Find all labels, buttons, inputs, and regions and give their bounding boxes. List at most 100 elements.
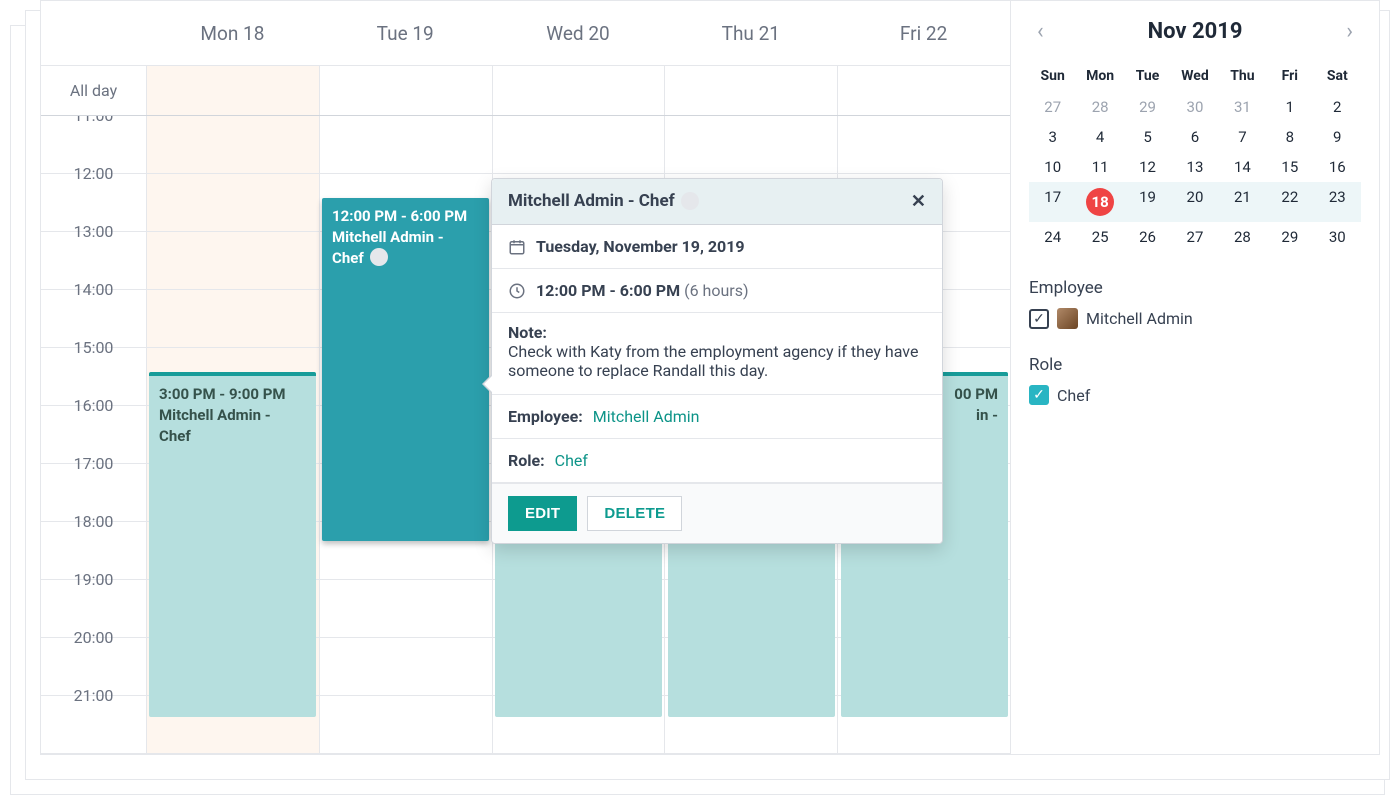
mini-calendar: SunMonTueWedThuFriSat 272829303112345678…: [1029, 60, 1361, 252]
day-header-mon[interactable]: Mon 18: [146, 1, 319, 65]
popover-duration: (6 hours): [684, 281, 748, 300]
hour-cell[interactable]: [146, 232, 319, 289]
mini-day[interactable]: 23: [1314, 182, 1361, 222]
allday-cell[interactable]: [664, 66, 837, 115]
avatar: [1057, 308, 1078, 329]
hour-cell[interactable]: [146, 174, 319, 231]
close-icon[interactable]: ✕: [911, 191, 926, 212]
note-text: Check with Katy from the employment agen…: [508, 342, 926, 380]
role-checkbox[interactable]: ✓: [1029, 385, 1049, 405]
day-header-fri[interactable]: Fri 22: [837, 1, 1010, 65]
calendar-event-selected[interactable]: 12:00 PM - 6:00 PM Mitchell Admin - Chef: [322, 198, 489, 541]
mini-day[interactable]: 22: [1266, 182, 1313, 222]
allday-cell[interactable]: [492, 66, 665, 115]
mini-day[interactable]: 14: [1219, 152, 1266, 182]
mini-day[interactable]: 21: [1219, 182, 1266, 222]
mini-day[interactable]: 25: [1076, 222, 1123, 252]
mini-dow: Sat: [1314, 60, 1361, 92]
hour-cell[interactable]: [837, 116, 1010, 173]
prev-month-icon[interactable]: ‹: [1029, 15, 1052, 48]
allday-cell[interactable]: [837, 66, 1010, 115]
allday-cell[interactable]: [146, 66, 319, 115]
hour-cell[interactable]: [319, 696, 492, 753]
mini-day[interactable]: 2: [1314, 92, 1361, 122]
clock-icon: [508, 282, 526, 300]
event-title: Mitchell Admin - Chef: [332, 227, 479, 269]
next-month-icon[interactable]: ›: [1338, 15, 1361, 48]
mini-dow: Mon: [1076, 60, 1123, 92]
event-title: Mitchell Admin - Chef: [159, 405, 306, 447]
mini-day[interactable]: 27: [1029, 92, 1076, 122]
mini-day[interactable]: 7: [1219, 122, 1266, 152]
hour-cell[interactable]: [319, 116, 492, 173]
mini-day[interactable]: 1: [1266, 92, 1313, 122]
hour-label: 12:00: [41, 164, 146, 221]
calendar-week-view: Mon 18 Tue 19 Wed 20 Thu 21 Fri 22 All d…: [41, 1, 1011, 754]
mini-dow: Fri: [1266, 60, 1313, 92]
hour-cell[interactable]: [664, 116, 837, 173]
hour-label: 13:00: [41, 222, 146, 279]
mini-day[interactable]: 17: [1029, 182, 1076, 222]
mini-day[interactable]: 6: [1171, 122, 1218, 152]
employee-name: Mitchell Admin: [1086, 309, 1193, 328]
mini-day[interactable]: 12: [1124, 152, 1171, 182]
role-filter-label: Role: [1029, 355, 1361, 375]
hour-label: 15:00: [41, 338, 146, 395]
mini-day[interactable]: 11: [1076, 152, 1123, 182]
mini-day[interactable]: 28: [1219, 222, 1266, 252]
hour-label: 19:00: [41, 570, 146, 627]
mini-day[interactable]: 26: [1124, 222, 1171, 252]
hour-cell[interactable]: [146, 116, 319, 173]
hour-cell[interactable]: [146, 290, 319, 347]
popover-time: 12:00 PM - 6:00 PM: [536, 281, 680, 300]
day-header-wed[interactable]: Wed 20: [492, 1, 665, 65]
calendar-icon: [508, 238, 526, 256]
mini-day[interactable]: 29: [1124, 92, 1171, 122]
role-link[interactable]: Chef: [555, 451, 588, 470]
hour-label: 16:00: [41, 396, 146, 453]
event-popover: Mitchell Admin - Chef ✕ Tuesday, Novembe…: [491, 178, 943, 544]
event-time: 12:00 PM - 6:00 PM: [332, 206, 479, 227]
day-header-thu[interactable]: Thu 21: [664, 1, 837, 65]
allday-cell[interactable]: [319, 66, 492, 115]
mini-day[interactable]: 31: [1219, 92, 1266, 122]
mini-dow: Sun: [1029, 60, 1076, 92]
employee-checkbox[interactable]: ✓: [1029, 309, 1049, 329]
popover-title: Mitchell Admin - Chef: [508, 191, 675, 211]
mini-day[interactable]: 28: [1076, 92, 1123, 122]
mini-day[interactable]: 18: [1076, 182, 1123, 222]
mini-dow: Tue: [1124, 60, 1171, 92]
mini-day[interactable]: 19: [1124, 182, 1171, 222]
edit-button[interactable]: EDIT: [508, 496, 577, 531]
mini-day[interactable]: 5: [1124, 122, 1171, 152]
week-day-headers: Mon 18 Tue 19 Wed 20 Thu 21 Fri 22: [41, 1, 1010, 66]
mini-day[interactable]: 4: [1076, 122, 1123, 152]
allday-label: All day: [41, 66, 146, 115]
mini-day[interactable]: 8: [1266, 122, 1313, 152]
event-time: 3:00 PM - 9:00 PM: [159, 384, 306, 405]
employee-link[interactable]: Mitchell Admin: [593, 407, 700, 426]
employee-label: Employee:: [508, 407, 583, 426]
delete-button[interactable]: DELETE: [587, 496, 682, 531]
calendar-event[interactable]: 3:00 PM - 9:00 PM Mitchell Admin - Chef: [149, 372, 316, 717]
mini-day[interactable]: 29: [1266, 222, 1313, 252]
mini-day[interactable]: 13: [1171, 152, 1218, 182]
mini-day[interactable]: 30: [1171, 92, 1218, 122]
mini-day[interactable]: 20: [1171, 182, 1218, 222]
popover-date: Tuesday, November 19, 2019: [536, 237, 745, 256]
note-bubble-icon: [681, 192, 699, 210]
mini-day[interactable]: 30: [1314, 222, 1361, 252]
mini-day[interactable]: 24: [1029, 222, 1076, 252]
mini-day[interactable]: 9: [1314, 122, 1361, 152]
hour-cell[interactable]: [319, 580, 492, 637]
mini-day[interactable]: 3: [1029, 122, 1076, 152]
hour-label: 11:00: [41, 116, 146, 163]
hour-cell[interactable]: [319, 638, 492, 695]
note-label: Note:: [508, 323, 926, 342]
hour-cell[interactable]: [492, 116, 665, 173]
day-header-tue[interactable]: Tue 19: [319, 1, 492, 65]
mini-day[interactable]: 10: [1029, 152, 1076, 182]
mini-day[interactable]: 27: [1171, 222, 1218, 252]
mini-day[interactable]: 15: [1266, 152, 1313, 182]
mini-day[interactable]: 16: [1314, 152, 1361, 182]
